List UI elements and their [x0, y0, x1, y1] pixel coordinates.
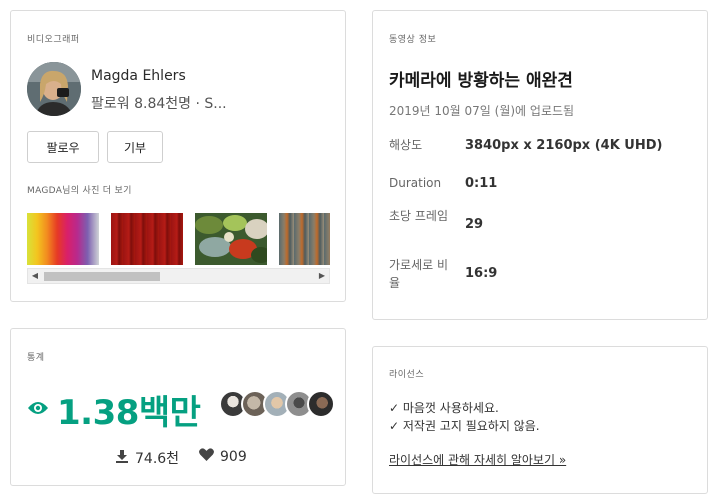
spec-value-resolution: 3840px x 2160px (4K UHD): [465, 138, 663, 153]
donate-button[interactable]: 기부: [107, 131, 163, 163]
video-section-label: 동영상 정보: [389, 35, 437, 45]
spec-value-aspect-ratio: 16:9: [465, 266, 498, 281]
author-name[interactable]: Magda Ehlers: [91, 68, 186, 84]
viewer-avatars: [219, 390, 339, 418]
photo-thumbnail[interactable]: [279, 213, 330, 265]
license-learn-more-link[interactable]: 라이선스에 관해 자세히 알아보기 »: [389, 451, 566, 468]
photo-thumbnail[interactable]: [195, 213, 271, 265]
eye-icon: [27, 400, 49, 420]
likes-stat: 909: [199, 448, 247, 465]
download-icon: [115, 449, 129, 467]
photo-thumbnail-strip: [27, 213, 330, 265]
spec-key-aspect-ratio: 가로세로 비율: [389, 258, 449, 290]
scroll-left-icon[interactable]: ◀: [30, 271, 40, 281]
video-title: 카메라에 방황하는 애완견: [389, 71, 573, 91]
heart-icon: [199, 448, 214, 465]
scroll-right-icon[interactable]: ▶: [317, 271, 327, 281]
avatar[interactable]: [307, 390, 335, 418]
spec-key-fps: 초당 프레임: [389, 209, 449, 223]
follower-count: 팔로워 8.84천명 · S...: [91, 96, 227, 112]
follow-button[interactable]: 팔로우: [27, 131, 99, 163]
video-info-card: 동영상 정보 카메라에 방황하는 애완견 2019년 10월 07일 (월)에 …: [372, 10, 708, 320]
license-section-label: 라이선스: [389, 370, 425, 380]
views-row: 1.38백만: [27, 385, 201, 434]
spec-key-duration: Duration: [389, 176, 442, 190]
photo-thumbnail[interactable]: [27, 213, 99, 265]
more-photos-label[interactable]: MAGDA님의 사진 더 보기: [27, 183, 132, 196]
downloads-stat: 74.6천: [115, 448, 179, 468]
views-count: 1.38백만: [57, 393, 201, 433]
spec-key-resolution: 해상도: [389, 138, 423, 152]
spec-value-duration: 0:11: [465, 176, 498, 191]
license-card: 라이선스 ✓ 마음껏 사용하세요. ✓ 저작권 고지 필요하지 않음. 라이선스…: [372, 346, 708, 494]
videographer-section-label: 비디오그래퍼: [27, 35, 80, 45]
thumbnail-scrollbar[interactable]: ◀ ▶: [27, 268, 330, 284]
spec-value-fps: 29: [465, 217, 484, 232]
downloads-count: 74.6천: [135, 451, 180, 467]
avatar[interactable]: [27, 62, 81, 116]
stats-section-label: 통계: [27, 353, 45, 363]
stats-card: 통계 1.38백만 74.6천 909: [10, 328, 346, 486]
upload-date: 2019년 10월 07일 (월)에 업로드됨: [389, 104, 575, 118]
license-line: ✓ 마음껏 사용하세요.: [389, 401, 499, 415]
videographer-card: 비디오그래퍼 Magda Ehlers 팔로워 8.84천명 · S... 팔로…: [10, 10, 346, 302]
scrollbar-thumb[interactable]: [44, 272, 160, 281]
photo-thumbnail[interactable]: [111, 213, 183, 265]
likes-count: 909: [220, 448, 247, 465]
license-line: ✓ 저작권 고지 필요하지 않음.: [389, 419, 540, 433]
